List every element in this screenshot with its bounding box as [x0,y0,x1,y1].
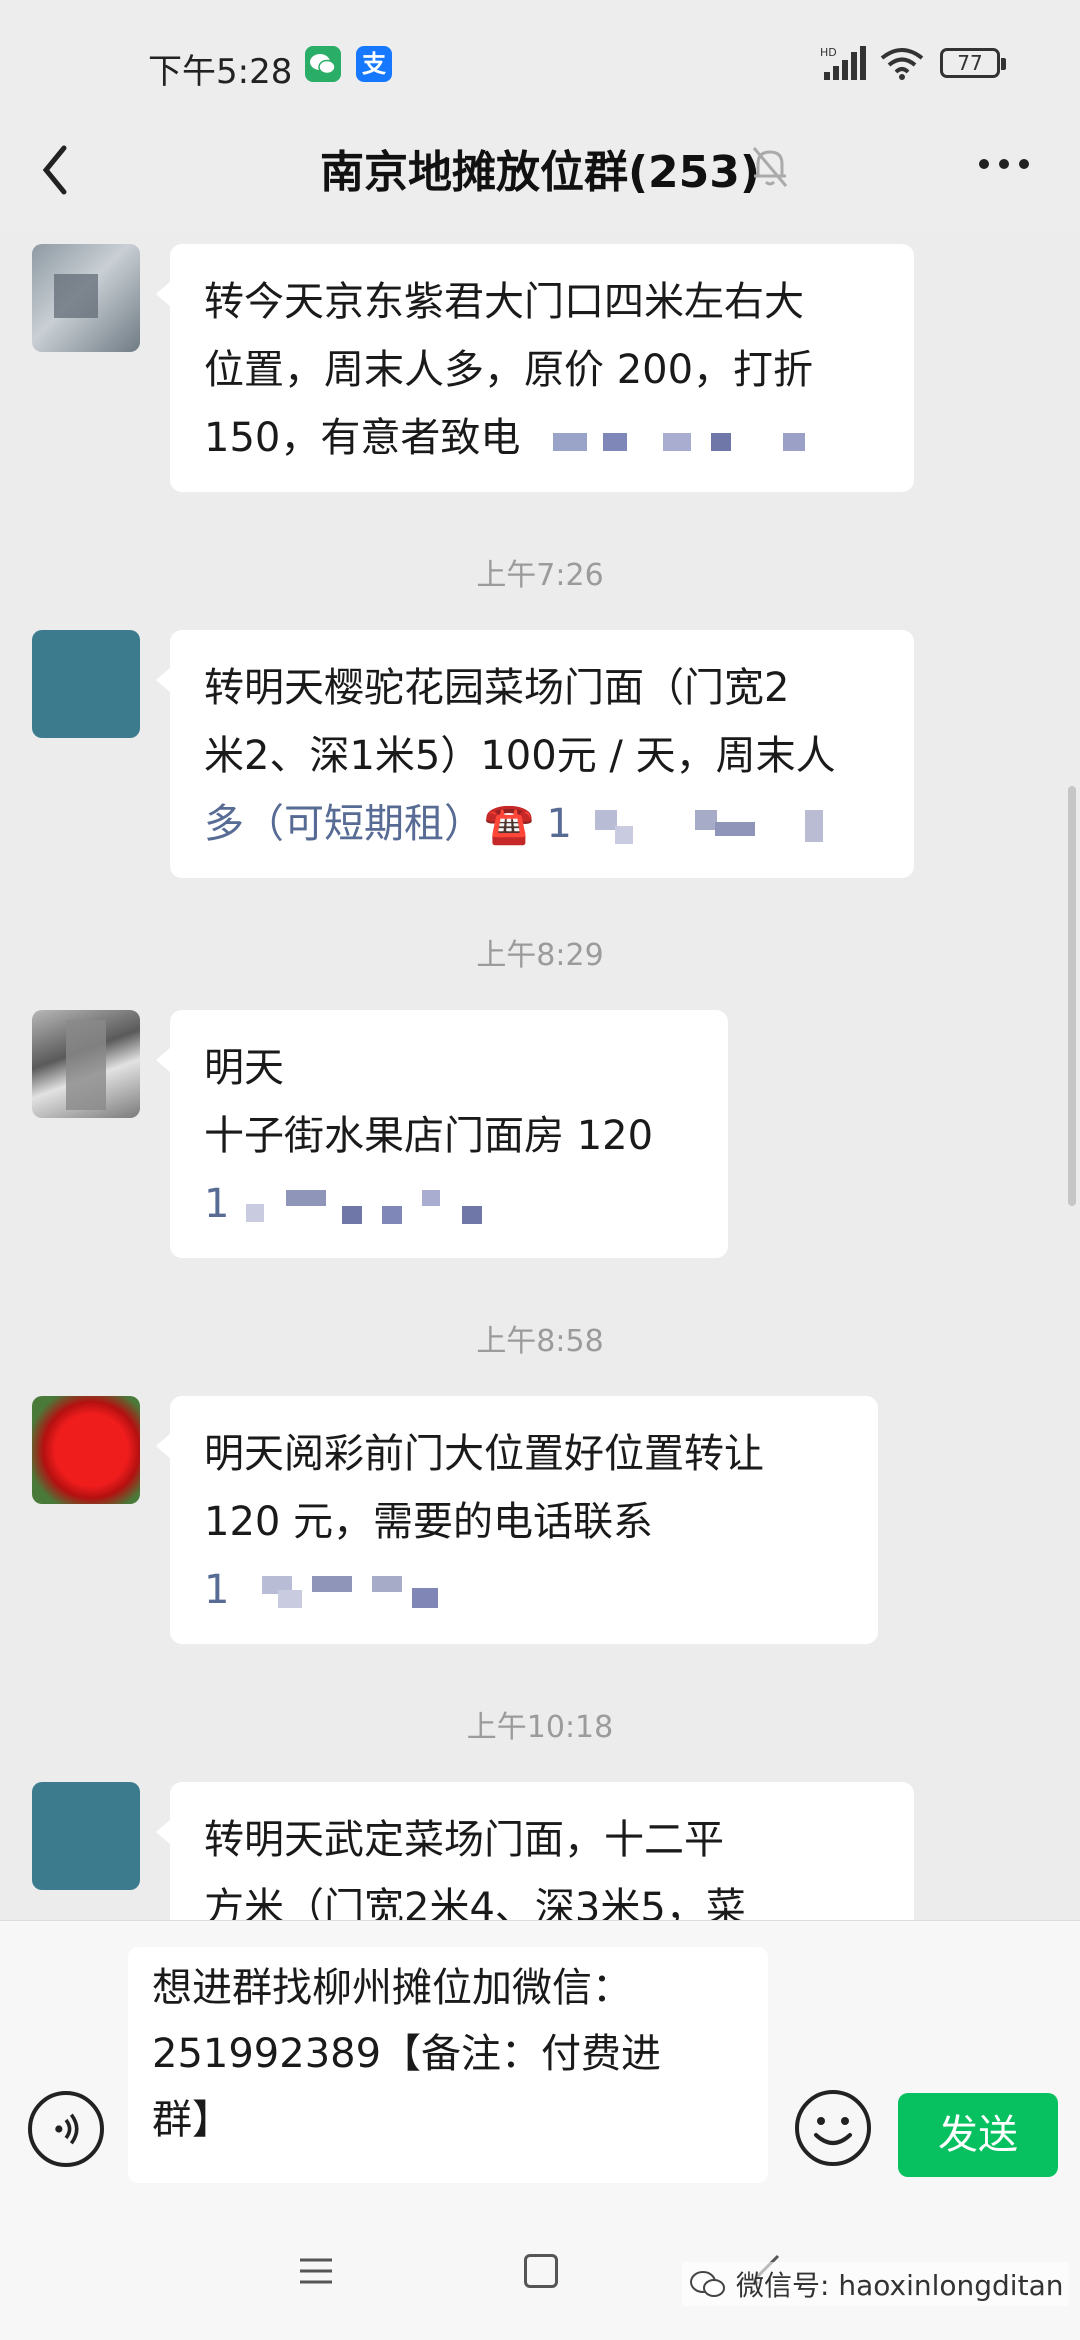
hd-signal-icon: HD [820,46,866,80]
wifi-icon [880,48,924,80]
avatar[interactable] [32,630,140,738]
battery-icon: 77 [940,48,1006,78]
message-timestamp: 上午10:18 [466,1710,614,1745]
message-text: 转明天樱驼花园菜场门面（门宽2 [204,665,790,711]
alipay-icon: 支 [356,46,392,82]
message-text: 米2、深1米5）100元 / 天，周末人 [204,733,836,779]
redacted-phone [242,1572,502,1612]
message-text: 转今天京东紫君大门口四米左右大 [204,279,804,325]
avatar[interactable] [32,1782,140,1890]
redacted-phone [242,1186,542,1226]
avatar[interactable] [32,1010,140,1118]
message-timestamp: 上午8:58 [476,1324,604,1359]
status-time: 下午5:28 [148,52,293,92]
message-text: 1 [204,1556,846,1624]
send-button[interactable]: 发送 [898,2093,1058,2177]
voice-input-icon[interactable] [28,2091,104,2167]
message-bubble[interactable]: 转明天武定菜场门面，十二平 方米（门宽2米4、深3米5，菜 [156,1782,914,1920]
chat-header: 南京地摊放位群(253) [0,120,1080,230]
avatar[interactable] [32,1396,140,1504]
message-timestamp: 上午7:26 [476,558,604,593]
input-text: 251992389【备注：付费进 [152,2031,662,2077]
scrollbar[interactable] [1068,786,1076,1206]
mute-bell-icon [752,147,788,187]
message-bubble[interactable]: 明天阅彩前门大位置好位置转让 120 元，需要的电话联系 1 [156,1396,878,1644]
message-text: 方米（门宽2米4、深3米5，菜 [204,1885,746,1920]
message-bubble[interactable]: 转今天京东紫君大门口四米左右大 位置，周末人多，原价 200，打折 150，有意… [156,244,914,492]
redacted-phone [585,806,845,846]
message-text: 明天 [204,1045,284,1091]
chat-message-list[interactable]: 转今天京东紫君大门口四米左右大 位置，周末人多，原价 200，打折 150，有意… [0,230,1080,1920]
message-input[interactable]: 想进群找柳州摊位加微信： 251992389【备注：付费进 群】 [128,1947,768,2183]
message-text: 1 [204,1170,696,1238]
recent-apps-icon[interactable] [298,2256,334,2286]
chat-title: 南京地摊放位群(253) [319,147,761,198]
input-text: 想进群找柳州摊位加微信： [152,1965,632,2011]
message-text: 150，有意者致电 [204,404,882,472]
message-text: 转明天武定菜场门面，十二平 [204,1817,724,1863]
message-timestamp: 上午8:29 [476,938,604,973]
watermark-text: 微信号: haoxinlongditan [736,2269,1064,2302]
message-text: 120 元，需要的电话联系 [204,1499,654,1545]
message-text: 位置，周末人多，原价 200，打折 [204,347,814,393]
wechat-watermark-icon [690,2271,725,2297]
emoji-icon[interactable] [792,2087,874,2169]
message-text: 明天阅彩前门大位置好位置转让 [204,1431,764,1477]
input-bar: 想进群找柳州摊位加微信： 251992389【备注：付费进 群】 发送 [0,1920,1080,2200]
message-text: 十子街水果店门面房 120 [204,1113,654,1159]
message-bubble[interactable]: 明天 十子街水果店门面房 120 1 [156,1010,728,1258]
message-text: 多（可短期租）☎️ 1 [204,790,882,858]
status-bar: 下午5:28 支 HD 77 [0,0,1080,120]
watermark: 微信号: haoxinlongditan [682,2262,1070,2306]
more-icon[interactable] [976,144,1032,184]
wechat-icon [305,46,341,82]
svg-text:HD: HD [820,46,837,59]
home-icon[interactable] [524,2254,558,2288]
input-text: 群】 [152,2097,232,2143]
redacted-phone [533,425,833,455]
message-bubble[interactable]: 转明天樱驼花园菜场门面（门宽2 米2、深1米5）100元 / 天，周末人 多（可… [156,630,914,878]
avatar[interactable] [32,244,140,352]
